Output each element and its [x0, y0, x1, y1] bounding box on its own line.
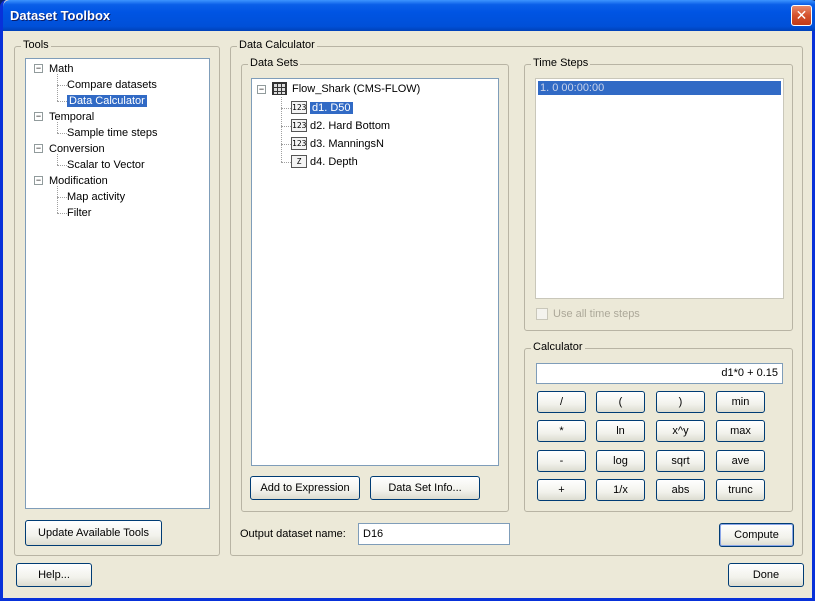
- close-icon: ✕: [795, 7, 808, 23]
- data-set-info-button[interactable]: Data Set Info...: [370, 476, 480, 500]
- dataset-type-icon: Z: [291, 155, 307, 168]
- dataset-type-icon: 123: [291, 119, 307, 132]
- tree-connector: [281, 108, 291, 109]
- tree-connector: [57, 186, 58, 213]
- tree-connector: [281, 97, 282, 162]
- compute-button[interactable]: Compute: [719, 523, 794, 547]
- calc-key-button[interactable]: ln: [596, 420, 645, 442]
- tools-tree-item-label: Scalar to Vector: [67, 159, 145, 171]
- dataset-item[interactable]: d1. D50: [310, 101, 353, 115]
- calc-key-button[interactable]: min: [716, 391, 765, 413]
- tools-tree-item[interactable]: Data Calculator: [67, 94, 147, 108]
- dataset-item[interactable]: d2. Hard Bottom: [310, 119, 390, 133]
- tools-tree-item-label: Compare datasets: [67, 79, 157, 91]
- tools-tree-group-label: Math: [49, 63, 74, 75]
- update-available-tools-button[interactable]: Update Available Tools: [25, 520, 162, 546]
- tree-expander-icon[interactable]: −: [257, 85, 266, 94]
- calc-key-button[interactable]: log: [596, 450, 645, 472]
- time-steps-group-label: Time Steps: [531, 57, 591, 69]
- use-all-time-steps-checkbox[interactable]: [536, 308, 548, 320]
- tools-tree-item-label: Map activity: [67, 191, 126, 203]
- dataset-toolbox-window: Dataset Toolbox ✕ Tools − Math Compare dat…: [0, 0, 815, 601]
- data-sets-root-label: Flow_Shark (CMS-FLOW): [292, 83, 421, 95]
- done-button[interactable]: Done: [728, 563, 804, 587]
- tree-expander-icon[interactable]: −: [34, 176, 43, 185]
- tree-connector: [57, 154, 58, 165]
- output-dataset-name-label: Output dataset name:: [240, 528, 346, 540]
- data-calculator-group-label: Data Calculator: [237, 39, 317, 51]
- tools-tree-group[interactable]: Math: [49, 62, 73, 76]
- tools-tree-item[interactable]: Filter: [67, 206, 91, 220]
- tools-tree-item-label: Sample time steps: [67, 127, 158, 139]
- window-title: Dataset Toolbox: [10, 8, 111, 23]
- tools-tree-item-label: Filter: [67, 207, 92, 219]
- data-sets-group-label: Data Sets: [248, 57, 301, 69]
- tree-connector: [281, 162, 291, 163]
- calc-key-button[interactable]: max: [716, 420, 765, 442]
- tree-connector: [281, 144, 291, 145]
- calc-key-button[interactable]: ): [656, 391, 705, 413]
- calculator-group-label: Calculator: [531, 341, 585, 353]
- tree-expander-icon[interactable]: −: [34, 144, 43, 153]
- tree-connector: [57, 74, 58, 101]
- close-button[interactable]: ✕: [791, 5, 812, 26]
- title-bar[interactable]: Dataset Toolbox ✕: [3, 0, 815, 31]
- tree-expander-icon[interactable]: −: [34, 64, 43, 73]
- add-to-expression-button[interactable]: Add to Expression: [250, 476, 360, 500]
- tools-tree-item[interactable]: Compare datasets: [67, 78, 157, 92]
- time-steps-list: 1. 0 00:00:00: [535, 78, 784, 299]
- dataset-item-label: d3. ManningsN: [310, 138, 384, 150]
- tools-tree-item[interactable]: Sample time steps: [67, 126, 157, 140]
- calc-key-button[interactable]: x^y: [656, 420, 705, 442]
- dataset-item-label: d2. Hard Bottom: [310, 120, 391, 132]
- calc-key-button[interactable]: ave: [716, 450, 765, 472]
- tools-tree-item[interactable]: Scalar to Vector: [67, 158, 145, 172]
- tree-connector: [281, 126, 291, 127]
- tools-tree-group-label: Temporal: [49, 111, 95, 123]
- tree-connector: [57, 101, 67, 102]
- calc-key-button[interactable]: *: [537, 420, 586, 442]
- calc-key-button[interactable]: (: [596, 391, 645, 413]
- tree-connector: [57, 197, 67, 198]
- tools-tree-group[interactable]: Temporal: [49, 110, 94, 124]
- output-dataset-name-input[interactable]: D16: [358, 523, 510, 545]
- calc-key-button[interactable]: /: [537, 391, 586, 413]
- tree-connector: [57, 213, 67, 214]
- calc-key-button[interactable]: trunc: [716, 479, 765, 501]
- tree-connector: [57, 133, 67, 134]
- tools-tree-item-label: Data Calculator: [67, 95, 147, 107]
- tools-tree-item[interactable]: Map activity: [67, 190, 125, 204]
- help-button[interactable]: Help...: [16, 563, 92, 587]
- tools-group-label: Tools: [21, 39, 51, 51]
- expression-input[interactable]: d1*0 + 0.15: [536, 363, 783, 384]
- dataset-item-label: d4. Depth: [310, 156, 358, 168]
- dataset-type-icon: 123: [291, 101, 307, 114]
- dataset-item-label: d1. D50: [310, 102, 353, 114]
- data-sets-root[interactable]: Flow_Shark (CMS-FLOW): [292, 82, 420, 96]
- tools-tree[interactable]: − Math Compare datasets Data Calculator − Tem…: [25, 58, 210, 509]
- dataset-type-icon: 123: [291, 137, 307, 150]
- time-step-item: 1. 0 00:00:00: [538, 81, 781, 95]
- tree-connector: [57, 165, 67, 166]
- calc-key-button[interactable]: sqrt: [656, 450, 705, 472]
- tree-connector: [57, 85, 67, 86]
- data-sets-tree[interactable]: − Flow_Shark (CMS-FLOW) 123 d1. D50 123 d2. H…: [251, 78, 499, 466]
- dataset-item[interactable]: d3. ManningsN: [310, 137, 384, 151]
- use-all-time-steps-label: Use all time steps: [553, 308, 640, 320]
- tree-connector: [57, 122, 58, 133]
- calc-key-button[interactable]: 1/x: [596, 479, 645, 501]
- grid-icon: [272, 82, 287, 95]
- dataset-item[interactable]: d4. Depth: [310, 155, 358, 169]
- calc-key-button[interactable]: abs: [656, 479, 705, 501]
- calc-key-button[interactable]: +: [537, 479, 586, 501]
- calc-key-button[interactable]: -: [537, 450, 586, 472]
- tree-expander-icon[interactable]: −: [34, 112, 43, 121]
